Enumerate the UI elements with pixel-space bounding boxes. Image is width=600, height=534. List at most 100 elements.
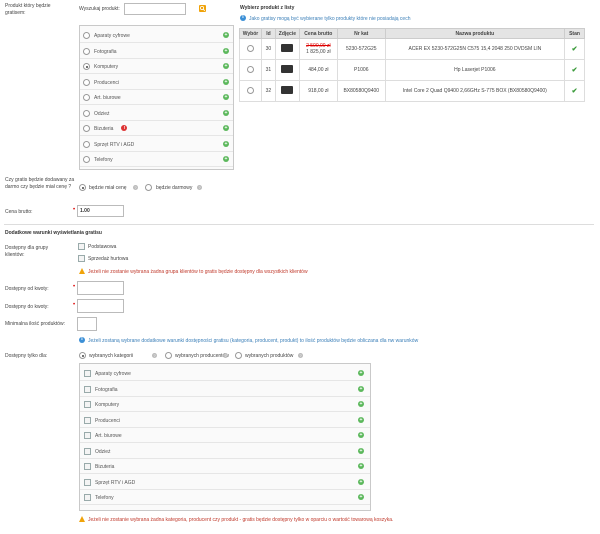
- product-select-radio[interactable]: [246, 65, 254, 73]
- search-icon[interactable]: [199, 5, 206, 12]
- condition-category-label: Sprzęt RTV i AGD: [95, 479, 136, 486]
- expand-plus-icon[interactable]: +: [358, 463, 364, 469]
- expand-plus-icon[interactable]: +: [223, 32, 229, 38]
- expand-plus-icon[interactable]: +: [223, 63, 229, 69]
- condition-category-checkbox[interactable]: [84, 432, 91, 439]
- expand-plus-icon[interactable]: +: [358, 447, 364, 454]
- conditions-title: Dodatkowe warunki wyświetlania gratisu: [5, 230, 102, 236]
- from-amount-input[interactable]: [77, 281, 124, 295]
- category-radio[interactable]: [83, 140, 90, 148]
- condition-category-item[interactable]: Producenci +: [80, 414, 370, 428]
- alert-badge-icon: !: [121, 125, 128, 131]
- category-item[interactable]: Aparaty cyfrowe +: [80, 29, 233, 43]
- category-item[interactable]: Fotografia +: [80, 45, 233, 59]
- condition-category-item[interactable]: Fotografia +: [80, 383, 370, 397]
- expand-plus-icon[interactable]: +: [358, 385, 364, 392]
- only-categories-tree: Aparaty cyfrowe + Fotografia + Komputery + Pro…: [79, 363, 371, 511]
- expand-plus-icon[interactable]: +: [358, 478, 364, 485]
- expand-plus-icon[interactable]: +: [223, 140, 229, 147]
- radio-has-price[interactable]: [79, 184, 86, 191]
- radio-only-producers[interactable]: [165, 352, 172, 359]
- category-radio[interactable]: [83, 78, 90, 86]
- radio-free[interactable]: [145, 184, 152, 191]
- help-icon: ?: [223, 353, 228, 358]
- col-choice: Wybór: [239, 28, 262, 39]
- condition-category-item[interactable]: Telefony +: [80, 491, 370, 505]
- expand-plus-icon[interactable]: +: [223, 47, 229, 54]
- expand-plus-icon[interactable]: +: [223, 125, 229, 131]
- condition-category-checkbox[interactable]: [84, 401, 91, 408]
- category-radio[interactable]: [83, 156, 90, 163]
- category-item[interactable]: Telefony +: [80, 153, 233, 167]
- expand-plus-icon[interactable]: +: [358, 401, 364, 407]
- product-row[interactable]: 32 918,00 zł BX80580Q9400 Intel Core 2 Quad…: [239, 80, 585, 102]
- expand-plus-icon[interactable]: +: [223, 156, 229, 162]
- category-label: Fotografia: [94, 48, 117, 55]
- condition-category-item[interactable]: Komputery +: [80, 398, 370, 412]
- to-amount-input[interactable]: [77, 299, 124, 313]
- search-product-input[interactable]: [124, 3, 186, 15]
- category-radio[interactable]: [83, 47, 90, 55]
- category-radio[interactable]: [83, 32, 90, 39]
- expand-plus-icon[interactable]: +: [358, 416, 364, 423]
- category-radio[interactable]: [83, 109, 90, 117]
- condition-category-checkbox[interactable]: [84, 370, 91, 377]
- radio-has-price-label: będzie miał cenę: [89, 185, 127, 191]
- category-radio[interactable]: [83, 125, 90, 132]
- bottom-warning: Jeżeli nie zostanie wybrana żadna katego…: [88, 517, 394, 523]
- product-row[interactable]: 30 2 500,00 zł 1 825,00 zł 5230-572G25 ACER …: [239, 38, 585, 60]
- condition-category-label: Fotografia: [95, 386, 118, 393]
- info-icon: i: [79, 337, 85, 343]
- condition-category-checkbox[interactable]: [84, 494, 91, 501]
- product-select-radio[interactable]: [246, 44, 254, 52]
- product-row[interactable]: 31 484,00 zł P1006 Hp Laserjet P1006 ✔: [239, 59, 585, 81]
- group-checkbox-basic[interactable]: [78, 243, 85, 250]
- min-qty-input[interactable]: [77, 317, 97, 331]
- warning-icon: [79, 516, 85, 522]
- expand-plus-icon[interactable]: +: [223, 78, 229, 85]
- expand-plus-icon[interactable]: +: [358, 432, 364, 438]
- category-label: Sprzęt RTV i AGD: [94, 141, 135, 148]
- condition-category-checkbox[interactable]: [84, 416, 91, 424]
- category-item[interactable]: Odzież +: [80, 107, 233, 121]
- radio-only-categories[interactable]: [79, 352, 86, 359]
- expand-plus-icon[interactable]: +: [358, 370, 364, 376]
- group-checkbox-wholesale[interactable]: [78, 255, 85, 262]
- condition-category-item[interactable]: Odzież +: [80, 445, 370, 459]
- expand-plus-icon[interactable]: +: [358, 494, 364, 500]
- condition-category-item[interactable]: Sprzęt RTV i AGD +: [80, 476, 370, 490]
- condition-category-label: Odzież: [95, 448, 111, 455]
- category-radio[interactable]: [83, 63, 90, 70]
- expand-plus-icon[interactable]: +: [223, 109, 229, 116]
- col-id: Id: [260, 28, 276, 39]
- product-cat-number: BX80580Q9400: [336, 80, 386, 102]
- col-state: Stan: [564, 28, 585, 39]
- condition-category-checkbox[interactable]: [84, 385, 91, 393]
- gift-mode-label: Czy gratis będzie dodawany za darmo czy …: [5, 177, 75, 190]
- condition-category-checkbox[interactable]: [84, 463, 91, 470]
- category-item[interactable]: Producenci +: [80, 76, 233, 90]
- required-marker: •: [73, 207, 76, 213]
- from-amount-label: Dostępny od kwoty:: [5, 286, 49, 292]
- product-cat-number: P1006: [336, 59, 386, 81]
- price-input[interactable]: 1.00: [77, 205, 124, 217]
- category-radio[interactable]: [83, 94, 90, 101]
- product-price: 484,00 zł: [308, 67, 329, 73]
- product-cat-number: 5230-572G25: [336, 38, 386, 60]
- category-item[interactable]: Art. biurowe +: [80, 91, 233, 105]
- category-item[interactable]: Komputery +: [80, 60, 233, 74]
- condition-category-checkbox[interactable]: [84, 447, 91, 455]
- condition-category-item[interactable]: Art. biurowe +: [80, 429, 370, 443]
- category-item[interactable]: Bizuteria! +: [80, 122, 233, 136]
- expand-plus-icon[interactable]: +: [223, 94, 229, 100]
- only-for-label: Dostępny tylko dla:: [5, 353, 48, 359]
- help-icon: ?: [133, 185, 138, 190]
- category-item[interactable]: Sprzęt RTV i AGD +: [80, 138, 233, 152]
- col-cat: Nr kat: [336, 28, 386, 39]
- condition-category-item[interactable]: Bizuteria +: [80, 460, 370, 474]
- condition-category-item[interactable]: Aparaty cyfrowe +: [80, 367, 370, 381]
- product-select-radio[interactable]: [246, 86, 254, 94]
- radio-only-products[interactable]: [235, 352, 242, 359]
- condition-category-checkbox[interactable]: [84, 478, 91, 486]
- required-marker: •: [73, 302, 76, 308]
